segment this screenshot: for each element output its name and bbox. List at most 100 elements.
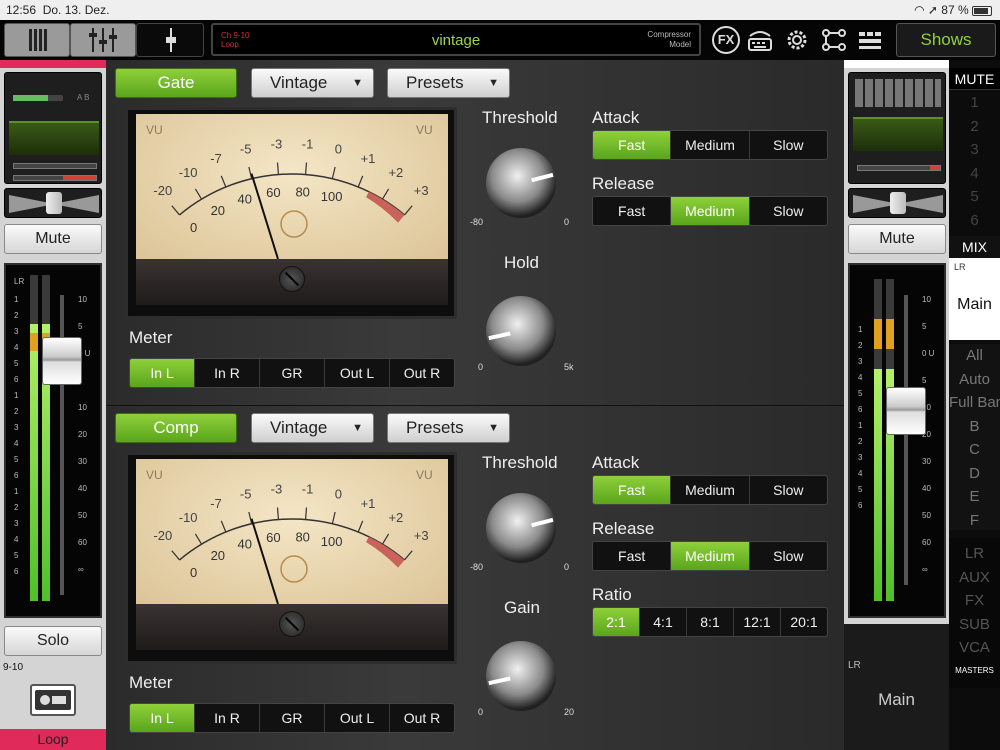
filter-item[interactable]: D: [949, 462, 1000, 486]
gate-attack-option[interactable]: Fast: [593, 131, 672, 159]
gate-presets-dropdown[interactable]: Presets ▼: [387, 68, 510, 98]
scale-tick: ∞: [78, 565, 84, 574]
mute-group-item[interactable]: 2: [949, 115, 1000, 139]
gate-vu-meter: -20 -10 -7 -5 -3 -1 0 +1 +2 +3 0 20 40 60 80 100 VU VU: [125, 107, 457, 319]
comp-ratio-option[interactable]: 4:1: [640, 608, 687, 636]
gate-attack-option[interactable]: Slow: [750, 131, 827, 159]
gate-meter-selector[interactable]: In L In R GR Out L Out R: [129, 358, 455, 388]
gate-meter-option[interactable]: GR: [260, 359, 325, 387]
comp-meter-selector[interactable]: In L In R GR Out L Out R: [129, 703, 455, 733]
gear-icon[interactable]: [783, 26, 811, 54]
pan-control[interactable]: [4, 188, 102, 218]
gate-attack-option[interactable]: Medium: [671, 131, 750, 159]
gate-meter-option[interactable]: In R: [195, 359, 260, 387]
gate-release-option[interactable]: Medium: [671, 197, 750, 225]
gate-attack-selector[interactable]: Fast Medium Slow: [592, 130, 828, 160]
solo-button[interactable]: Solo: [4, 626, 102, 656]
gate-model-dropdown[interactable]: Vintage ▼: [251, 68, 374, 98]
pan-knob[interactable]: [46, 192, 62, 214]
single-fader-button[interactable]: [136, 23, 204, 57]
gate-release-option[interactable]: Fast: [593, 197, 672, 225]
comp-attack-option[interactable]: Medium: [671, 476, 750, 504]
scale-tick: 2: [14, 407, 19, 416]
channel-name-label[interactable]: Loop: [0, 729, 106, 750]
scale-tick: 30: [922, 457, 931, 466]
gate-release-option[interactable]: Slow: [750, 197, 827, 225]
tape-deck-icon[interactable]: [30, 684, 76, 716]
comp-meter-option[interactable]: Out R: [390, 704, 454, 732]
comp-ratio-selector[interactable]: 2:1 4:1 8:1 12:1 20:1: [592, 607, 828, 637]
comp-ratio-label: Ratio: [592, 585, 632, 604]
gate-enable-button[interactable]: Gate: [115, 68, 237, 98]
channel-overview[interactable]: A B: [4, 72, 102, 184]
comp-ratio-option[interactable]: 12:1: [734, 608, 781, 636]
channel-view-button[interactable]: [70, 23, 136, 57]
filter-item[interactable]: Auto: [949, 368, 1000, 392]
filter-item[interactable]: B: [949, 415, 1000, 439]
routing-icon[interactable]: [820, 26, 848, 54]
mute-group-item[interactable]: 6: [949, 209, 1000, 233]
mute-group-item[interactable]: 1: [949, 91, 1000, 115]
master-fader[interactable]: 123456123456 10 5 0 U 5 10 20 30 40 50 60 ∞: [848, 263, 946, 618]
gate-hold-knob[interactable]: [486, 296, 556, 366]
fx-icon[interactable]: FX: [712, 26, 740, 54]
master-item[interactable]: LR: [949, 542, 1000, 566]
master-item[interactable]: FX: [949, 589, 1000, 613]
status-right: ◠ ➚ 87 %: [914, 3, 992, 17]
comp-attack-option[interactable]: Slow: [750, 476, 827, 504]
comp-presets-dropdown[interactable]: Presets ▼: [387, 413, 510, 443]
comp-model-dropdown[interactable]: Vintage ▼: [251, 413, 374, 443]
filter-item[interactable]: Full Band: [949, 391, 1000, 415]
balance-knob[interactable]: [890, 192, 906, 214]
channel-fader[interactable]: LR 123456123456123456 1050 U510203040506…: [4, 263, 102, 618]
keyboard-icon[interactable]: [746, 26, 774, 54]
vu-face: -20 -10 -7 -5 -3 -1 0 +1 +2 +3 0 20 40 60 80 100 VU VU: [136, 114, 448, 259]
gate-meter-option[interactable]: Out R: [390, 359, 454, 387]
gate-meter-option[interactable]: In L: [130, 359, 195, 387]
comp-release-selector[interactable]: Fast Medium Slow: [592, 541, 828, 571]
mute-group-item[interactable]: 3: [949, 138, 1000, 162]
comp-meter-option[interactable]: GR: [260, 704, 325, 732]
comp-enable-button[interactable]: Comp: [115, 413, 237, 443]
mute-button[interactable]: Mute: [4, 224, 102, 254]
master-item[interactable]: AUX: [949, 566, 1000, 590]
gate-threshold-knob[interactable]: [486, 148, 556, 218]
mute-group-item[interactable]: 4: [949, 162, 1000, 186]
comp-ratio-option[interactable]: 20:1: [781, 608, 827, 636]
master-item[interactable]: VCA: [949, 636, 1000, 660]
fader-knob[interactable]: [42, 337, 82, 385]
master-name-box[interactable]: LR Main: [844, 624, 949, 750]
filter-item[interactable]: C: [949, 438, 1000, 462]
master-overview[interactable]: [848, 72, 946, 184]
comp-release-option[interactable]: Fast: [593, 542, 672, 570]
comp-ratio-option[interactable]: 2:1: [593, 608, 640, 636]
status-bar: 12:56 Do. 13. Dez. ◠ ➚ 87 %: [0, 0, 1000, 20]
master-mute-button[interactable]: Mute: [848, 224, 946, 254]
shows-button[interactable]: Shows: [896, 23, 996, 57]
comp-attack-selector[interactable]: Fast Medium Slow: [592, 475, 828, 505]
mix-selector[interactable]: LR Main: [949, 258, 1000, 340]
filter-item[interactable]: F: [949, 509, 1000, 531]
vu-base: [136, 259, 448, 305]
comp-ratio-option[interactable]: 8:1: [687, 608, 734, 636]
gate-release-selector[interactable]: Fast Medium Slow: [592, 196, 828, 226]
comp-attack-option[interactable]: Fast: [593, 476, 672, 504]
comp-release-option[interactable]: Slow: [750, 542, 827, 570]
mixer-view-button[interactable]: [4, 23, 70, 57]
comp-gain-knob[interactable]: [486, 641, 556, 711]
comp-release-option[interactable]: Medium: [671, 542, 750, 570]
master-item[interactable]: SUB: [949, 613, 1000, 637]
filter-item[interactable]: E: [949, 485, 1000, 509]
master-balance[interactable]: [848, 188, 946, 218]
comp-meter-option[interactable]: In R: [195, 704, 260, 732]
grid-icon[interactable]: [856, 26, 884, 54]
comp-meter-option[interactable]: In L: [130, 704, 195, 732]
vu-tick: [404, 550, 413, 561]
comp-threshold-knob[interactable]: [486, 493, 556, 563]
comp-meter-option[interactable]: Out L: [325, 704, 390, 732]
mute-group-item[interactable]: 5: [949, 185, 1000, 209]
left-scale: 1 2 3 4 5 6 1 2 3 4 5 6 1 2 3 4 5 6: [14, 295, 24, 583]
filter-item[interactable]: All: [949, 344, 1000, 368]
gate-meter-option[interactable]: Out L: [325, 359, 390, 387]
fader-knob[interactable]: [886, 387, 926, 435]
